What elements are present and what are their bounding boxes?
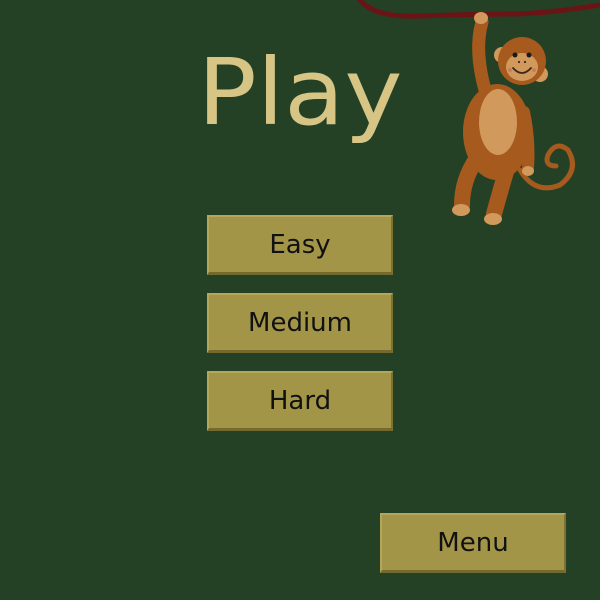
medium-button-label: Medium — [248, 307, 352, 338]
menu-button[interactable]: Menu — [380, 513, 566, 573]
monkey-hanging-from-vine-icon — [357, 0, 600, 225]
hard-button[interactable]: Hard — [207, 371, 393, 431]
medium-button[interactable]: Medium — [207, 293, 393, 353]
easy-button-label: Easy — [269, 229, 331, 260]
hard-button-label: Hard — [268, 385, 332, 416]
play-screen: Play Easy Medium Hard Menu — [0, 0, 600, 600]
menu-button-label: Menu — [437, 527, 509, 558]
